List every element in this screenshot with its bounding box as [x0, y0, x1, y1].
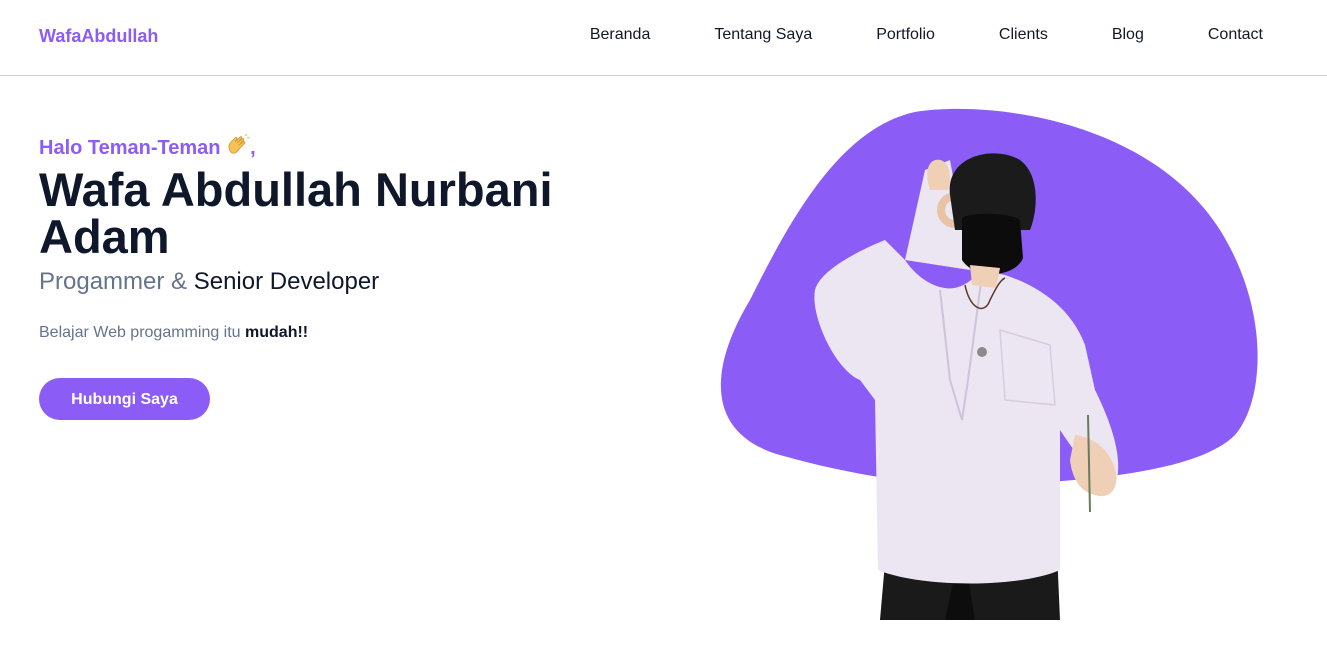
hero-role: Progammer & Senior Developer — [39, 266, 639, 298]
hero-illustration — [700, 100, 1300, 620]
contact-button[interactable]: Hubungi Saya — [39, 378, 210, 420]
tagline-bold: mudah!! — [245, 324, 309, 341]
nav-link-portfolio[interactable]: Portfolio — [876, 26, 935, 44]
hero-text: Halo Teman-Teman , Wafa Abdullah Nurbani… — [39, 134, 639, 420]
nav-link-clients[interactable]: Clients — [999, 26, 1048, 44]
hero-name: Wafa Abdullah Nurbani Adam — [39, 163, 553, 263]
nav-link-beranda[interactable]: Beranda — [590, 26, 651, 44]
tagline-text: Belajar Web progamming itu — [39, 324, 241, 341]
brand-logo[interactable]: WafaAbdullah — [39, 26, 158, 47]
nav-link-blog[interactable]: Blog — [1112, 26, 1144, 44]
nav-link-tentang-saya[interactable]: Tentang Saya — [714, 26, 812, 44]
greeting-text: Halo Teman-Teman — [39, 137, 221, 159]
hero-tagline: Belajar Web progamming itu mudah!! — [39, 322, 639, 344]
role-prefix: Progammer & — [39, 268, 188, 295]
hero-blob-and-portrait — [720, 108, 1258, 620]
greeting: Halo Teman-Teman , — [39, 134, 639, 162]
role-highlight: Senior Developer — [193, 268, 380, 295]
nav-links: Beranda Tentang Saya Portfolio Clients B… — [590, 26, 1263, 44]
nav-link-contact[interactable]: Contact — [1208, 26, 1263, 44]
waving-hand-icon — [228, 134, 250, 154]
greeting-comma: , — [250, 137, 256, 159]
navbar: WafaAbdullah Beranda Tentang Saya Portfo… — [0, 0, 1327, 76]
